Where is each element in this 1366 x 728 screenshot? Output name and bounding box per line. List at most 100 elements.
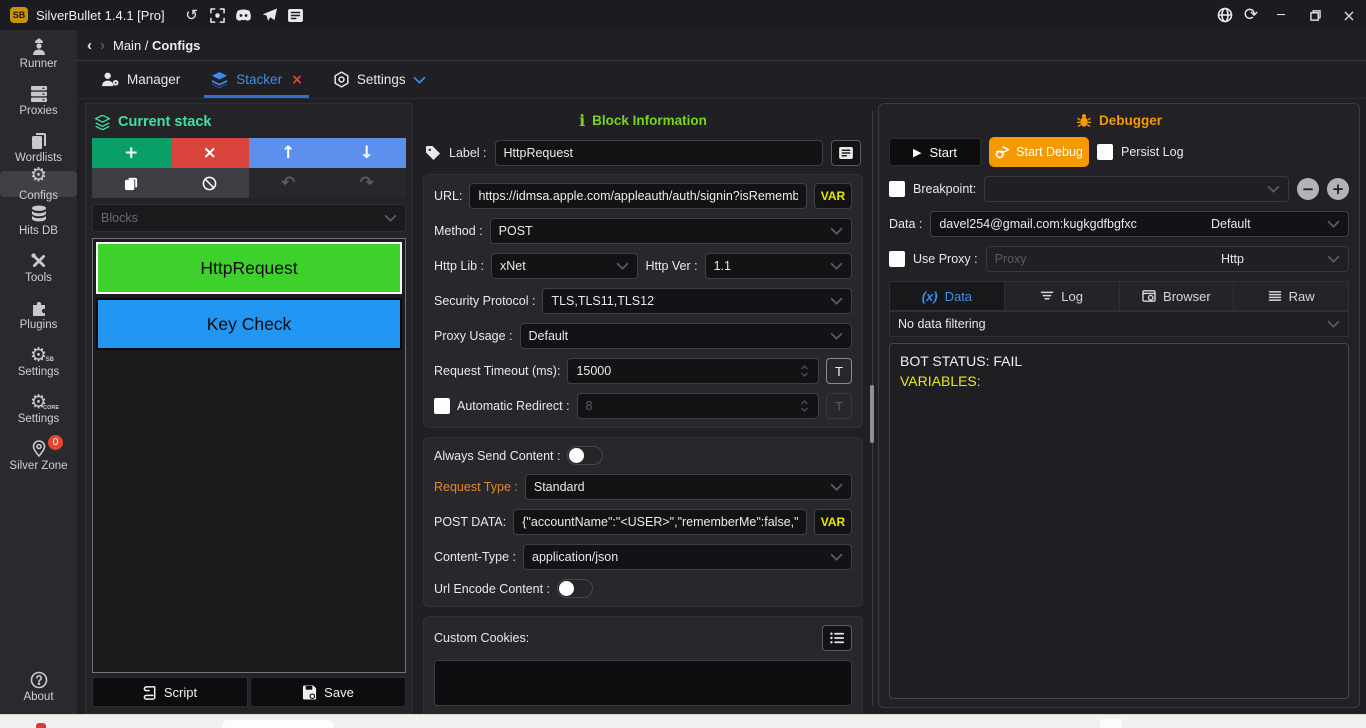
sidebar-item-configs[interactable]: ⚙ Configs [0,171,77,197]
blocks-dropdown[interactable]: Blocks [92,204,406,232]
proxy-type[interactable]: Http [1221,252,1321,266]
security-protocol-row: Security Protocol : TLS,TLS11,TLS12 [434,288,852,314]
post-data-input[interactable] [513,509,807,535]
undo-button[interactable]: ↶ [249,168,328,198]
history-icon[interactable]: ↺ [179,4,205,26]
sidebar-item-silver-zone[interactable]: 0 Silver Zone [0,432,77,479]
redo-button[interactable]: ↷ [328,168,407,198]
proxy-usage-row: Proxy Usage : Default [434,323,852,349]
script-button-label: Script [164,685,197,700]
auto-redirect-type-button[interactable]: T [826,393,852,419]
use-proxy-checkbox[interactable] [889,251,905,267]
bug-icon [1076,113,1092,128]
proxy-input[interactable]: Proxy Http [986,246,1349,272]
content-type-select[interactable]: application/json [523,544,852,570]
request-timeout-type-button[interactable]: T [826,358,852,384]
post-data-var-button[interactable]: VAR [814,509,852,535]
block-information-panel: i Block Information Label : URL: VAR [413,103,867,714]
start-button[interactable]: ▶ Start [889,138,981,166]
block-httprequest[interactable]: HttpRequest [96,242,402,294]
sync-icon[interactable]: ⟳ [1238,4,1264,26]
scrollbar-thumb[interactable] [870,385,874,443]
script-button[interactable]: Script [92,677,248,707]
debugger-tab-data[interactable]: (x) Data [890,282,1005,310]
request-type-select[interactable]: Standard [525,474,852,500]
add-breakpoint-button[interactable]: + [1327,178,1349,200]
url-var-button[interactable]: VAR [814,183,852,209]
request-type-caption: Request Type : [434,480,518,494]
chevron-down-icon [413,76,426,84]
http-ver-select[interactable]: 1.1 [705,253,852,279]
always-send-toggle[interactable] [567,446,603,465]
breakpoint-checkbox[interactable] [889,181,905,197]
tab-settings[interactable]: Settings [321,61,438,98]
clone-block-button[interactable] [92,168,171,198]
auto-redirect-input[interactable]: 8 [577,393,819,419]
remove-breakpoint-button[interactable]: − [1297,178,1319,200]
stacker-icon [210,72,229,88]
sidebar-item-settings-sb[interactable]: ⚙SB Settings [0,338,77,385]
custom-cookies-textarea[interactable] [434,660,852,706]
minimize-button[interactable]: ─ [1264,0,1298,30]
label-input[interactable] [495,140,823,166]
url-encode-row: Url Encode Content : [434,579,852,598]
script-icon [143,685,157,700]
label-notes-button[interactable] [831,140,861,166]
debug-log[interactable]: BOT STATUS: FAIL VARIABLES: [889,343,1349,699]
nav-back-icon[interactable]: ‹ [87,37,92,54]
taskbar-strip [0,714,1366,728]
disable-block-button[interactable] [171,168,250,198]
cookies-list-button[interactable] [822,625,852,651]
sidebar-item-tools[interactable]: Tools [0,244,77,291]
proxy-usage-select[interactable]: Default [520,323,852,349]
telegram-icon[interactable] [257,4,283,26]
data-wordlist-type[interactable]: Default [1211,217,1321,231]
data-filter-select[interactable]: No data filtering [889,311,1349,337]
sidebar-item-plugins[interactable]: Plugins [0,291,77,338]
sidebar-item-hits-db[interactable]: Hits DB [0,197,77,244]
restore-button[interactable] [1298,0,1332,30]
breakpoint-select[interactable] [984,176,1289,202]
capture-icon[interactable] [205,4,231,26]
delete-block-button[interactable]: × [171,138,250,168]
current-stack-panel: Current stack + × ↑ ↓ ↶ ↷ Blocks [85,103,413,714]
security-protocol-select[interactable]: TLS,TLS11,TLS12 [542,288,852,314]
start-debug-button[interactable]: Start Debug [989,137,1089,167]
close-button[interactable]: × [1332,0,1366,30]
data-input[interactable]: davel254@gmail.com:kugkgdfbgfxc Default [930,211,1349,237]
notes-icon[interactable] [283,4,309,26]
debugger-tab-browser[interactable]: Browser [1120,282,1235,310]
add-block-button[interactable]: + [92,138,171,168]
settings-tab-icon [333,71,350,88]
move-up-button[interactable]: ↑ [249,138,328,168]
tab-manager[interactable]: Manager [89,61,192,98]
sidebar-item-about[interactable]: About [0,663,77,710]
discord-icon[interactable] [231,4,257,26]
tab-stacker[interactable]: Stacker × [198,61,315,98]
block-keycheck[interactable]: Key Check [96,298,402,350]
debugger-tab-log[interactable]: Log [1005,282,1120,310]
globe-icon[interactable] [1212,4,1238,26]
http-lib-select[interactable]: xNet [491,253,638,279]
url-input[interactable] [469,183,807,209]
auto-redirect-checkbox[interactable] [434,398,450,414]
auto-redirect-row: Automatic Redirect : 8 T [434,393,852,419]
save-button[interactable]: Save [250,677,406,707]
tab-close-icon[interactable]: × [291,72,303,88]
request-timeout-input[interactable]: 15000 [567,358,819,384]
number-spinner-icon[interactable] [799,398,810,414]
sidebar-item-proxies[interactable]: Proxies [0,77,77,124]
move-down-button[interactable]: ↓ [328,138,407,168]
sidebar-item-settings-core[interactable]: ⚙CORE Settings [0,385,77,432]
method-select[interactable]: POST [490,218,852,244]
nav-forward-icon[interactable]: › [100,37,105,54]
sidebar-item-runner[interactable]: Runner [0,30,77,77]
number-spinner-icon[interactable] [799,363,810,379]
url-encode-toggle[interactable] [557,579,593,598]
log-lines-icon [1040,291,1054,302]
debugger-tab-raw[interactable]: Raw [1234,282,1348,310]
persist-log-caption: Persist Log [1121,145,1184,159]
security-protocol-value: TLS,TLS11,TLS12 [551,294,824,308]
persist-log-checkbox[interactable] [1097,144,1113,160]
debug-play-icon [995,146,1010,159]
